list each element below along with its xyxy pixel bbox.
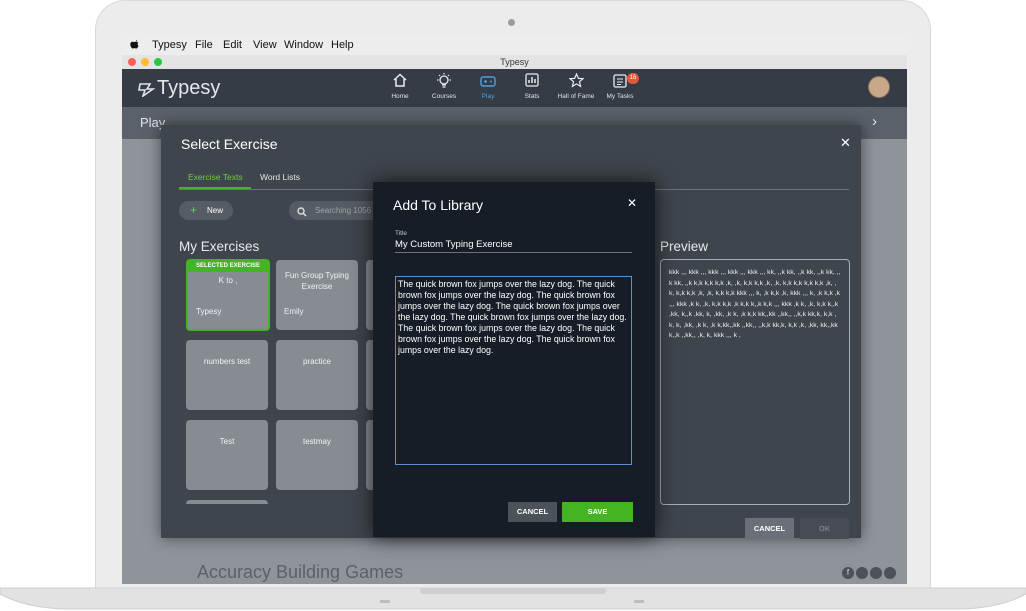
tile-title: Test <box>219 437 235 446</box>
nav-home[interactable]: Home <box>375 73 425 100</box>
apple-icon[interactable] <box>130 39 139 53</box>
cancel-button[interactable]: CANCEL <box>745 518 794 539</box>
home-icon <box>375 73 425 93</box>
menu-file[interactable]: File <box>195 39 213 51</box>
window-title: Typesy <box>500 57 529 67</box>
modal-title: Add To Library <box>393 197 484 213</box>
nav-courses[interactable]: Courses <box>419 73 469 100</box>
nav-home-label: Home <box>391 93 409 100</box>
twitter-icon[interactable] <box>856 567 868 579</box>
menu-app-name[interactable]: Typesy <box>152 39 187 51</box>
new-button-label: New <box>207 206 224 215</box>
add-to-library-modal: Add To Library ✕ Title My Custom Typing … <box>373 182 655 537</box>
nav-courses-label: Courses <box>431 93 457 100</box>
window-titlebar: Typesy <box>122 55 907 70</box>
typesy-app: Typesy Home Courses Play Stats Hall of F… <box>122 69 907 584</box>
tab-word-lists[interactable]: Word Lists <box>260 172 300 182</box>
nav-hall-of-fame-label: Hall of Fame <box>557 93 595 100</box>
avatar[interactable] <box>868 76 890 98</box>
camera-icon <box>508 19 515 26</box>
active-tab-indicator <box>179 187 251 189</box>
tab-exercise-texts[interactable]: Exercise Texts <box>188 172 243 182</box>
new-exercise-button[interactable]: + New <box>179 201 233 220</box>
laptop-base <box>0 587 1026 610</box>
brand-name: Typesy <box>157 77 221 99</box>
menu-edit[interactable]: Edit <box>223 39 242 51</box>
menu-view[interactable]: View <box>253 39 277 51</box>
nav-my-tasks-label: My Tasks <box>606 93 634 100</box>
title-field[interactable]: My Custom Typing Exercise <box>395 239 513 250</box>
nav-play-label: Play <box>481 93 495 100</box>
close-icon[interactable]: ✕ <box>840 135 851 151</box>
ok-button[interactable]: OK <box>800 518 849 539</box>
tile-title: numbers test <box>203 357 251 366</box>
dialog-title: Select Exercise <box>181 136 278 152</box>
tile-title: practice <box>302 357 331 366</box>
title-field-underline <box>395 252 632 253</box>
youtube-icon[interactable] <box>884 567 896 579</box>
menu-bar: Typesy File Edit View Window Help <box>122 36 907 55</box>
search-icon <box>297 204 307 222</box>
exercise-tile[interactable]: numbers test <box>186 340 268 410</box>
menu-help[interactable]: Help <box>331 39 354 51</box>
nav-stats-label: Stats <box>524 93 540 100</box>
lightbulb-icon <box>419 73 469 93</box>
preview-heading: Preview <box>660 239 709 254</box>
star-icon <box>551 72 601 93</box>
exercise-tile[interactable]: practice <box>276 340 358 410</box>
stats-icon <box>507 73 557 93</box>
exercise-tile[interactable]: testmay <box>276 420 358 490</box>
exercise-tile[interactable]: Fun Group Typing Exercise Emily <box>276 260 358 330</box>
save-button[interactable]: SAVE <box>562 502 633 522</box>
nav-hall-of-fame[interactable]: Hall of Fame <box>551 72 601 100</box>
exercise-text-area[interactable]: The quick brown fox jumps over the lazy … <box>395 276 632 465</box>
preview-box: kkk ,,, kkk ,,, kkk ,,, kkk ,,, kkk ,,, … <box>660 259 850 505</box>
tile-title: Fun Group Typing Exercise <box>285 271 349 291</box>
menu-window[interactable]: Window <box>284 39 323 51</box>
my-exercises-heading: My Exercises <box>179 239 260 254</box>
modal-cancel-button[interactable]: CANCEL <box>508 502 557 522</box>
next-arrow-icon[interactable]: › <box>872 113 877 130</box>
screen: Typesy File Edit View Window Help Typesy… <box>122 36 907 584</box>
selected-exercise-badge: SELECTED EXERCISE <box>188 261 268 272</box>
nav-my-tasks[interactable]: My Tasks 16 <box>595 73 645 100</box>
typesy-logo-icon <box>138 82 156 97</box>
exercise-tile-selected[interactable]: SELECTED EXERCISE K to , Typesy <box>186 259 270 331</box>
social-links: f <box>842 567 896 579</box>
brand-logo[interactable]: Typesy <box>138 77 220 100</box>
search-placeholder: Searching 1056 <box>315 206 372 215</box>
footer-heading: Accuracy Building Games <box>197 562 404 582</box>
tasks-count-badge: 16 <box>627 73 639 84</box>
tile-title: K to , <box>218 276 238 285</box>
tile-author: Emily <box>284 307 304 316</box>
title-field-label: Title <box>395 230 408 237</box>
nav-play[interactable]: Play <box>463 73 513 100</box>
gamepad-icon <box>463 73 513 93</box>
plus-icon: + <box>190 203 198 217</box>
tile-author: Typesy <box>196 307 222 316</box>
top-nav-bar: Typesy Home Courses Play Stats Hall of F… <box>122 69 907 107</box>
exercise-tile[interactable] <box>186 500 268 504</box>
exercise-tile[interactable]: Test <box>186 420 268 490</box>
facebook-icon[interactable]: f <box>842 567 854 579</box>
instagram-icon[interactable] <box>870 567 882 579</box>
tile-title: testmay <box>302 437 331 446</box>
close-icon[interactable]: ✕ <box>627 196 637 210</box>
search-input[interactable]: Searching 1056 <box>289 201 375 220</box>
nav-stats[interactable]: Stats <box>507 73 557 100</box>
